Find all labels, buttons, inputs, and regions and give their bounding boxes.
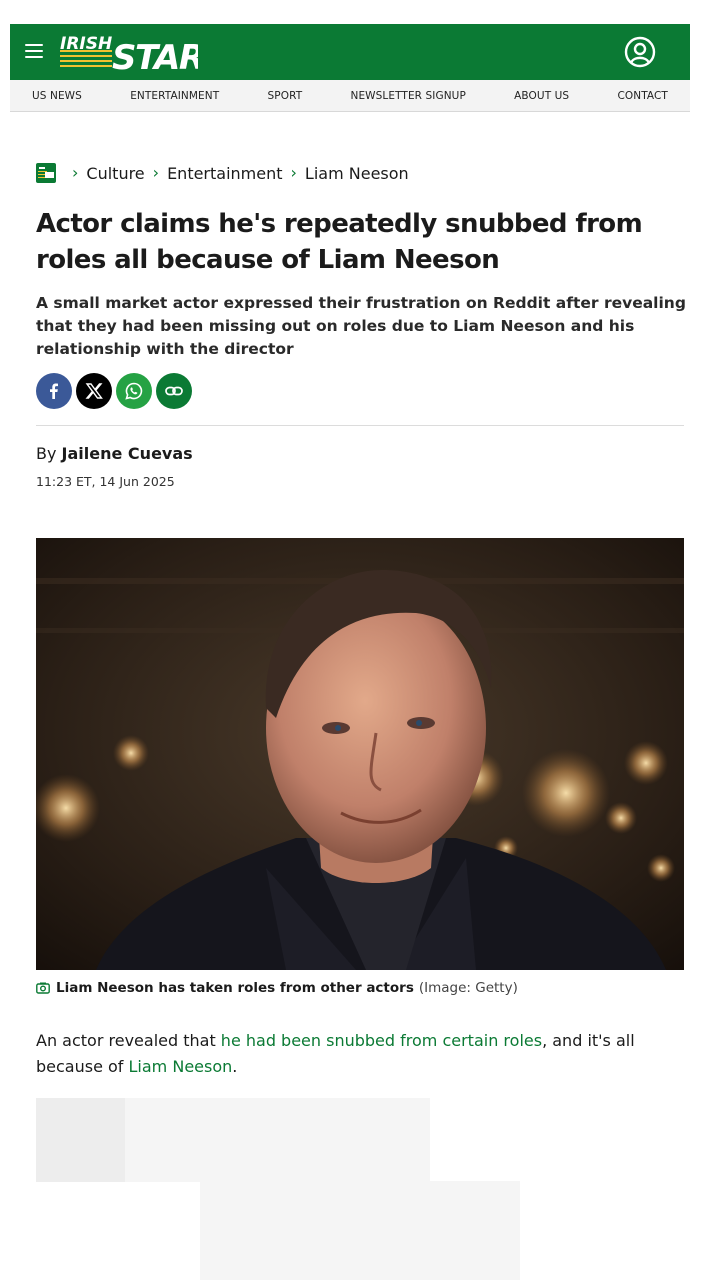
- facebook-icon: [50, 383, 58, 399]
- x-share-button[interactable]: [76, 373, 112, 409]
- nav-item-entertainment[interactable]: ENTERTAINMENT: [130, 90, 219, 102]
- camera-icon: [36, 982, 50, 994]
- inline-link-snubbed[interactable]: he had been snubbed from certain roles: [221, 1031, 542, 1050]
- caption-text: Liam Neeson has taken roles from other a…: [56, 980, 414, 996]
- share-bar: [36, 373, 196, 409]
- image-caption: Liam Neeson has taken roles from other a…: [36, 980, 518, 996]
- whatsapp-icon: [125, 382, 143, 400]
- breadcrumb-item-liam-neeson[interactable]: Liam Neeson: [305, 164, 409, 183]
- main-nav: US NEWS ENTERTAINMENT SPORT NEWSLETTER S…: [10, 80, 690, 112]
- placeholder-thumb: [36, 1098, 125, 1182]
- inline-link-liam-neeson[interactable]: Liam Neeson: [129, 1057, 233, 1076]
- hamburger-icon[interactable]: [25, 44, 43, 58]
- logo-irish: IRISH: [60, 34, 112, 54]
- home-logo-icon[interactable]: [36, 163, 56, 183]
- copy-link-button[interactable]: [156, 373, 192, 409]
- byline: By Jailene Cuevas: [36, 444, 193, 463]
- whatsapp-share-button[interactable]: [116, 373, 152, 409]
- breadcrumb-item-entertainment[interactable]: Entertainment: [167, 164, 282, 183]
- chevron-right-icon: ›: [72, 163, 79, 182]
- chevron-right-icon: ›: [290, 163, 297, 182]
- nav-item-sport[interactable]: SPORT: [268, 90, 303, 102]
- article-standfirst: A small market actor expressed their fru…: [36, 294, 686, 358]
- logo-star: STAR: [112, 38, 198, 74]
- hero-image: [36, 538, 684, 970]
- nav-item-newsletter-signup[interactable]: NEWSLETTER SIGNUP: [350, 90, 465, 102]
- article-paragraph: An actor revealed that he had been snubb…: [36, 1028, 686, 1080]
- paragraph-text: .: [232, 1057, 238, 1076]
- breadcrumb: › Culture › Entertainment › Liam Neeson: [36, 162, 409, 184]
- article-title: Actor claims he's repeatedly snubbed fro…: [36, 209, 643, 275]
- ad-placeholder: [200, 1181, 520, 1280]
- x-icon: [85, 383, 103, 399]
- publish-date: 11:23 ET, 14 Jun 2025: [36, 474, 175, 489]
- nav-item-about-us[interactable]: ABOUT US: [514, 90, 569, 102]
- author-link[interactable]: Jailene Cuevas: [62, 444, 193, 463]
- facebook-share-button[interactable]: [36, 373, 72, 409]
- nav-item-us-news[interactable]: US NEWS: [32, 90, 82, 102]
- byline-prefix: By: [36, 444, 57, 463]
- chevron-right-icon: ›: [152, 163, 160, 182]
- site-header: IRISH STAR: [10, 24, 690, 80]
- breadcrumb-item-culture[interactable]: Culture: [86, 164, 144, 183]
- user-circle-icon[interactable]: [624, 36, 656, 68]
- site-logo[interactable]: IRISH STAR: [58, 30, 205, 78]
- link-icon: [165, 386, 183, 396]
- nav-item-contact[interactable]: CONTACT: [617, 90, 668, 102]
- content-placeholder: [36, 1098, 430, 1182]
- paragraph-text: An actor revealed that: [36, 1031, 221, 1050]
- image-credit: (Image: Getty): [418, 980, 518, 996]
- divider: [36, 425, 684, 426]
